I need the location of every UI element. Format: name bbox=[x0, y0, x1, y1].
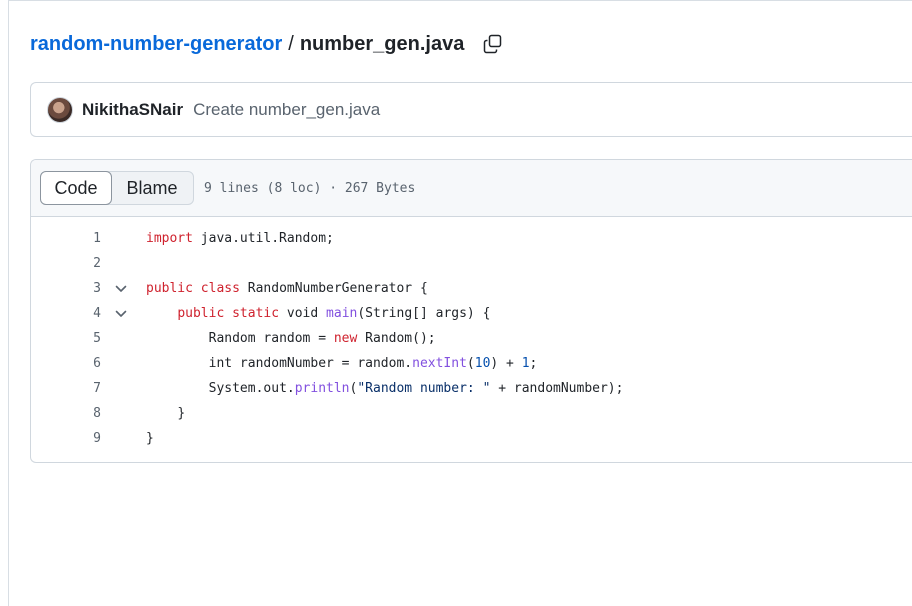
latest-commit-box: NikithaSNair Create number_gen.java bbox=[30, 82, 912, 137]
code-line: 6 int randomNumber = random.nextInt(10) … bbox=[31, 351, 912, 376]
code-text: import java.util.Random; bbox=[146, 231, 334, 246]
user-avatar[interactable] bbox=[47, 96, 73, 123]
chevron-down-icon bbox=[115, 285, 127, 292]
code-line: 1 import java.util.Random; bbox=[31, 226, 912, 251]
line-number[interactable]: 1 bbox=[71, 226, 101, 251]
code-line: 4 public static void main(String[] args)… bbox=[31, 301, 912, 326]
code-text: public class RandomNumberGenerator { bbox=[146, 281, 428, 296]
file-info: 9 lines (8 loc) · 267 Bytes bbox=[204, 180, 416, 196]
line-number[interactable]: 4 bbox=[71, 301, 101, 326]
line-number[interactable]: 3 bbox=[71, 276, 101, 301]
file-viewer: Code Blame 9 lines (8 loc) · 267 Bytes 1… bbox=[30, 159, 912, 463]
code-text: public static void main(String[] args) { bbox=[177, 306, 491, 321]
code-line: 5 Random random = new Random(); bbox=[31, 326, 912, 351]
copy-icon bbox=[484, 34, 502, 54]
code-tab[interactable]: Code bbox=[40, 171, 112, 205]
line-number[interactable]: 5 bbox=[71, 326, 101, 351]
page-top-border bbox=[8, 0, 912, 1]
line-number[interactable]: 7 bbox=[71, 376, 101, 401]
page-left-border bbox=[8, 0, 9, 606]
commit-author[interactable]: NikithaSNair bbox=[82, 100, 183, 120]
code-line: 8 } bbox=[31, 401, 912, 426]
code-listing: 1 import java.util.Random; 2 3 public cl… bbox=[31, 226, 912, 451]
breadcrumb: random-number-generator / number_gen.jav… bbox=[30, 30, 504, 58]
code-line: 9 } bbox=[31, 426, 912, 451]
code-line: 7 System.out.println("Random number: " +… bbox=[31, 376, 912, 401]
repo-link[interactable]: random-number-generator bbox=[30, 33, 282, 56]
line-number[interactable]: 6 bbox=[71, 351, 101, 376]
code-text: } bbox=[177, 406, 186, 421]
commit-message[interactable]: Create number_gen.java bbox=[193, 100, 380, 120]
code-text: int randomNumber = random.nextInt(10) + … bbox=[208, 356, 538, 371]
code-text: Random random = new Random(); bbox=[208, 331, 436, 346]
view-toggle: Code Blame bbox=[40, 171, 194, 205]
blame-tab[interactable]: Blame bbox=[111, 172, 193, 204]
line-number[interactable]: 2 bbox=[71, 251, 101, 276]
line-number[interactable]: 9 bbox=[71, 426, 101, 451]
code-line: 3 public class RandomNumberGenerator { bbox=[31, 276, 912, 301]
file-name: number_gen.java bbox=[299, 32, 465, 55]
code-text: System.out.println("Random number: " + r… bbox=[208, 381, 624, 396]
copy-path-button[interactable] bbox=[482, 33, 504, 55]
code-line: 2 bbox=[31, 251, 912, 276]
fold-toggle[interactable] bbox=[113, 276, 129, 301]
line-number[interactable]: 8 bbox=[71, 401, 101, 426]
file-header: Code Blame 9 lines (8 loc) · 267 Bytes bbox=[31, 160, 912, 217]
code-text: } bbox=[146, 431, 154, 446]
chevron-down-icon bbox=[115, 310, 127, 317]
breadcrumb-separator: / bbox=[288, 32, 294, 55]
fold-toggle[interactable] bbox=[113, 301, 129, 326]
